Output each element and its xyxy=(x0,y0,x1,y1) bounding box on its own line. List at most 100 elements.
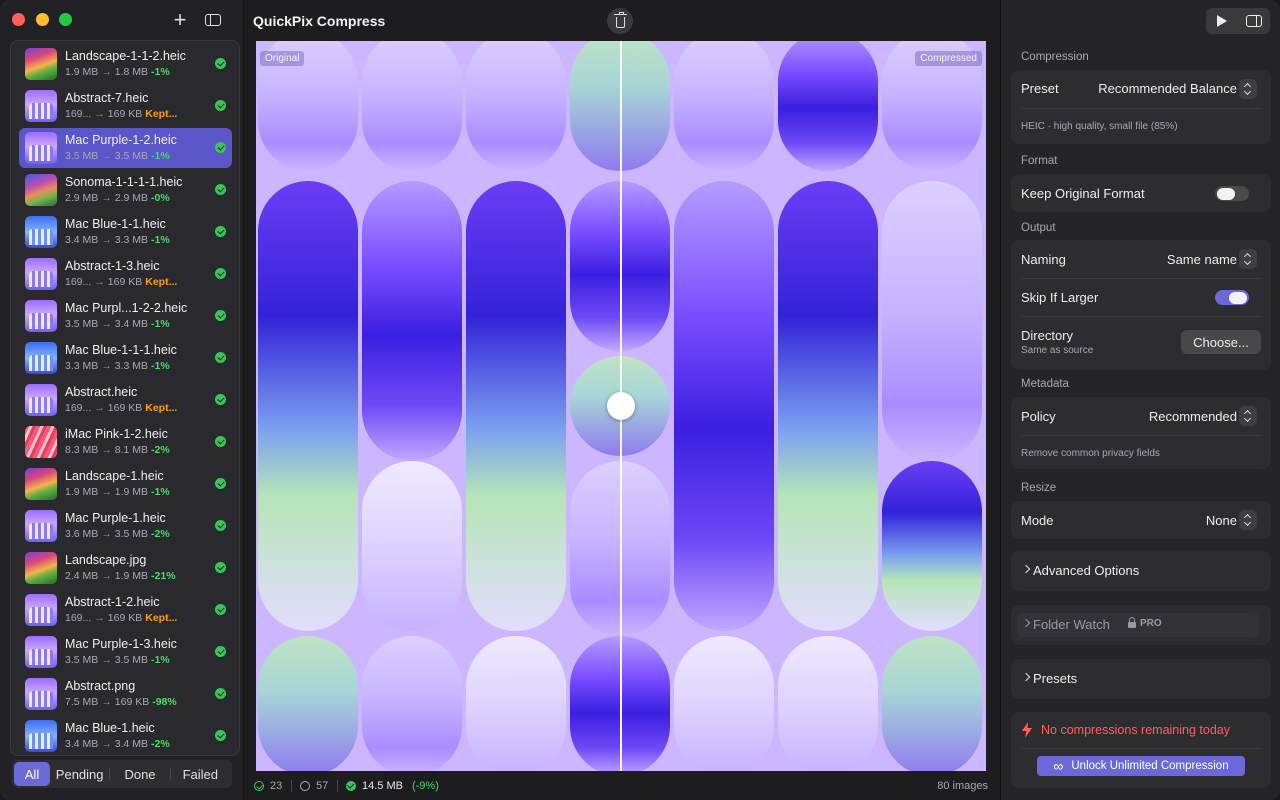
minimize-icon[interactable] xyxy=(36,13,49,26)
zoom-icon[interactable] xyxy=(59,13,72,26)
file-thumbnail xyxy=(25,48,57,80)
file-name: Abstract-1-2.heic xyxy=(65,595,160,609)
file-list-item[interactable]: Mac Blue-1.heic 3.4 MB → 3.4 MB -2% xyxy=(19,716,232,755)
limit-separator xyxy=(1021,748,1261,749)
toggle-knob xyxy=(1229,291,1247,304)
done-check-icon xyxy=(215,226,226,237)
size-change: -1% xyxy=(151,486,170,498)
resize-stepper-icon[interactable] xyxy=(1239,510,1257,530)
filter-done[interactable]: Done xyxy=(110,762,169,786)
file-name: Mac Purpl...1-2-2.heic xyxy=(65,301,188,315)
policy-value[interactable]: Recommended xyxy=(1149,409,1237,424)
file-list-item[interactable]: Abstract-7.heic 169... → 169 KB Kept... xyxy=(19,86,232,126)
file-list-item[interactable]: iMac Pink-1-2.heic 8.3 MB → 8.1 MB -2% xyxy=(19,422,232,462)
size-change: -1% xyxy=(151,318,170,330)
file-size: 1.9 MB → 1.8 MB -1% xyxy=(65,66,170,78)
folder-watch-label: Folder Watch xyxy=(1033,617,1110,632)
naming-stepper-icon[interactable] xyxy=(1239,249,1257,269)
file-name: Landscape.jpg xyxy=(65,553,147,567)
file-size: 169... → 169 KB Kept... xyxy=(65,276,177,288)
file-list-item[interactable]: Abstract-1-3.heic 169... → 169 KB Kept... xyxy=(19,254,232,294)
size-change: -1% xyxy=(151,66,170,78)
section-metadata: Metadata xyxy=(1021,378,1069,390)
file-size: 3.5 MB → 3.4 MB -1% xyxy=(65,318,170,330)
original-size: 169... xyxy=(65,276,92,288)
file-list-item[interactable]: Abstract-1-2.heic 169... → 169 KB Kept... xyxy=(19,590,232,630)
arrow-right-icon: → xyxy=(101,654,112,666)
done-check-icon xyxy=(215,184,226,195)
preset-value[interactable]: Recommended Balance xyxy=(1098,81,1237,96)
toggle-sidebar-button[interactable] xyxy=(200,8,226,32)
file-size: 8.3 MB → 8.1 MB -2% xyxy=(65,444,170,456)
file-thumbnail xyxy=(25,258,57,290)
start-compression-button[interactable] xyxy=(1206,8,1238,34)
filter-pending[interactable]: Pending xyxy=(50,762,109,786)
wallpaper-pill-shape xyxy=(674,181,774,631)
filter-all[interactable]: All xyxy=(14,762,50,786)
file-list-item[interactable]: Mac Purple-1-2.heic 3.5 MB → 3.5 MB -1% xyxy=(19,128,232,168)
file-name: Mac Blue-1-1-1.heic xyxy=(65,343,177,357)
filter-failed[interactable]: Failed xyxy=(171,762,230,786)
original-size: 3.4 MB xyxy=(65,738,99,750)
original-size: 169... xyxy=(65,108,92,120)
folder-watch-disclosure[interactable]: Folder Watch PRO xyxy=(1011,605,1271,645)
file-list-item[interactable]: Sonoma-1-1-1-1.heic 2.9 MB → 2.9 MB -0% xyxy=(19,170,232,210)
wallpaper-pill-shape xyxy=(466,181,566,631)
file-list[interactable]: Landscape-1-1-2.heic 1.9 MB → 1.8 MB -1% Abst… xyxy=(10,40,240,756)
comparison-preview[interactable]: Original Compressed xyxy=(256,41,986,771)
original-size: 169... xyxy=(65,612,92,624)
arrow-right-icon: → xyxy=(101,570,112,582)
chevron-right-icon xyxy=(1021,672,1031,682)
arrow-right-icon: → xyxy=(101,738,112,750)
file-name: Mac Purple-1-2.heic xyxy=(65,133,177,147)
file-thumbnail xyxy=(25,90,57,122)
presets-disclosure[interactable]: Presets xyxy=(1011,659,1271,699)
file-list-item[interactable]: Landscape.jpg 2.4 MB → 1.9 MB -21% xyxy=(19,548,232,588)
arrow-right-icon: → xyxy=(101,66,112,78)
arrow-right-icon: → xyxy=(101,360,112,372)
keep-original-toggle[interactable] xyxy=(1215,186,1249,201)
file-list-item[interactable]: Mac Purple-1.heic 3.6 MB → 3.5 MB -2% xyxy=(19,506,232,546)
arrow-right-icon: → xyxy=(101,444,112,456)
resize-mode-value[interactable]: None xyxy=(1206,513,1237,528)
advanced-options-disclosure[interactable]: Advanced Options xyxy=(1011,551,1271,591)
file-size: 3.4 MB → 3.3 MB -1% xyxy=(65,234,170,246)
file-size: 3.4 MB → 3.4 MB -2% xyxy=(65,738,170,750)
unlock-unlimited-button[interactable]: ∞ Unlock Unlimited Compression xyxy=(1037,756,1245,776)
file-list-item[interactable]: Abstract.png 7.5 MB → 169 KB -98% xyxy=(19,674,232,714)
split-handle[interactable] xyxy=(607,392,635,420)
policy-stepper-icon[interactable] xyxy=(1239,406,1257,426)
file-list-item[interactable]: Mac Blue-1-1-1.heic 3.3 MB → 3.3 MB -1% xyxy=(19,338,232,378)
clear-list-button[interactable] xyxy=(607,8,633,34)
file-list-item[interactable]: Abstract.heic 169... → 169 KB Kept... xyxy=(19,380,232,420)
file-name: Landscape-1-1-2.heic xyxy=(65,49,186,63)
file-thumbnail xyxy=(25,132,57,164)
compressed-size: 169 KB xyxy=(114,696,150,708)
compressed-size: 3.4 MB xyxy=(114,318,149,330)
naming-value[interactable]: Same name xyxy=(1167,252,1237,267)
toggle-inspector-button[interactable] xyxy=(1238,8,1270,34)
file-thumbnail xyxy=(25,216,57,248)
compressed-badge: Compressed xyxy=(915,51,982,66)
arrow-right-icon: → xyxy=(101,528,112,540)
close-icon[interactable] xyxy=(12,13,25,26)
file-list-item[interactable]: Landscape-1.heic 1.9 MB → 1.9 MB -1% xyxy=(19,464,232,504)
section-compression: Compression xyxy=(1021,51,1089,63)
skip-larger-toggle[interactable] xyxy=(1215,290,1249,305)
unlock-label: Unlock Unlimited Compression xyxy=(1071,760,1229,772)
done-status: 23 xyxy=(254,780,282,792)
policy-label: Policy xyxy=(1021,409,1056,424)
file-list-item[interactable]: Mac Purpl...1-2-2.heic 3.5 MB → 3.4 MB -1% xyxy=(19,296,232,336)
add-files-button[interactable]: + xyxy=(167,7,193,32)
file-thumbnail xyxy=(25,552,57,584)
trash-icon xyxy=(613,11,627,28)
file-thumbnail xyxy=(25,384,57,416)
play-icon xyxy=(1217,15,1227,27)
sidebar-icon xyxy=(205,14,221,26)
wallpaper-pill-shape xyxy=(882,636,982,771)
choose-directory-button[interactable]: Choose... xyxy=(1181,330,1261,354)
file-list-item[interactable]: Landscape-1-1-2.heic 1.9 MB → 1.8 MB -1% xyxy=(19,44,232,84)
file-list-item[interactable]: Mac Blue-1-1.heic 3.4 MB → 3.3 MB -1% xyxy=(19,212,232,252)
preset-stepper-icon[interactable] xyxy=(1239,79,1257,99)
file-list-item[interactable]: Mac Purple-1-3.heic 3.5 MB → 3.5 MB -1% xyxy=(19,632,232,672)
